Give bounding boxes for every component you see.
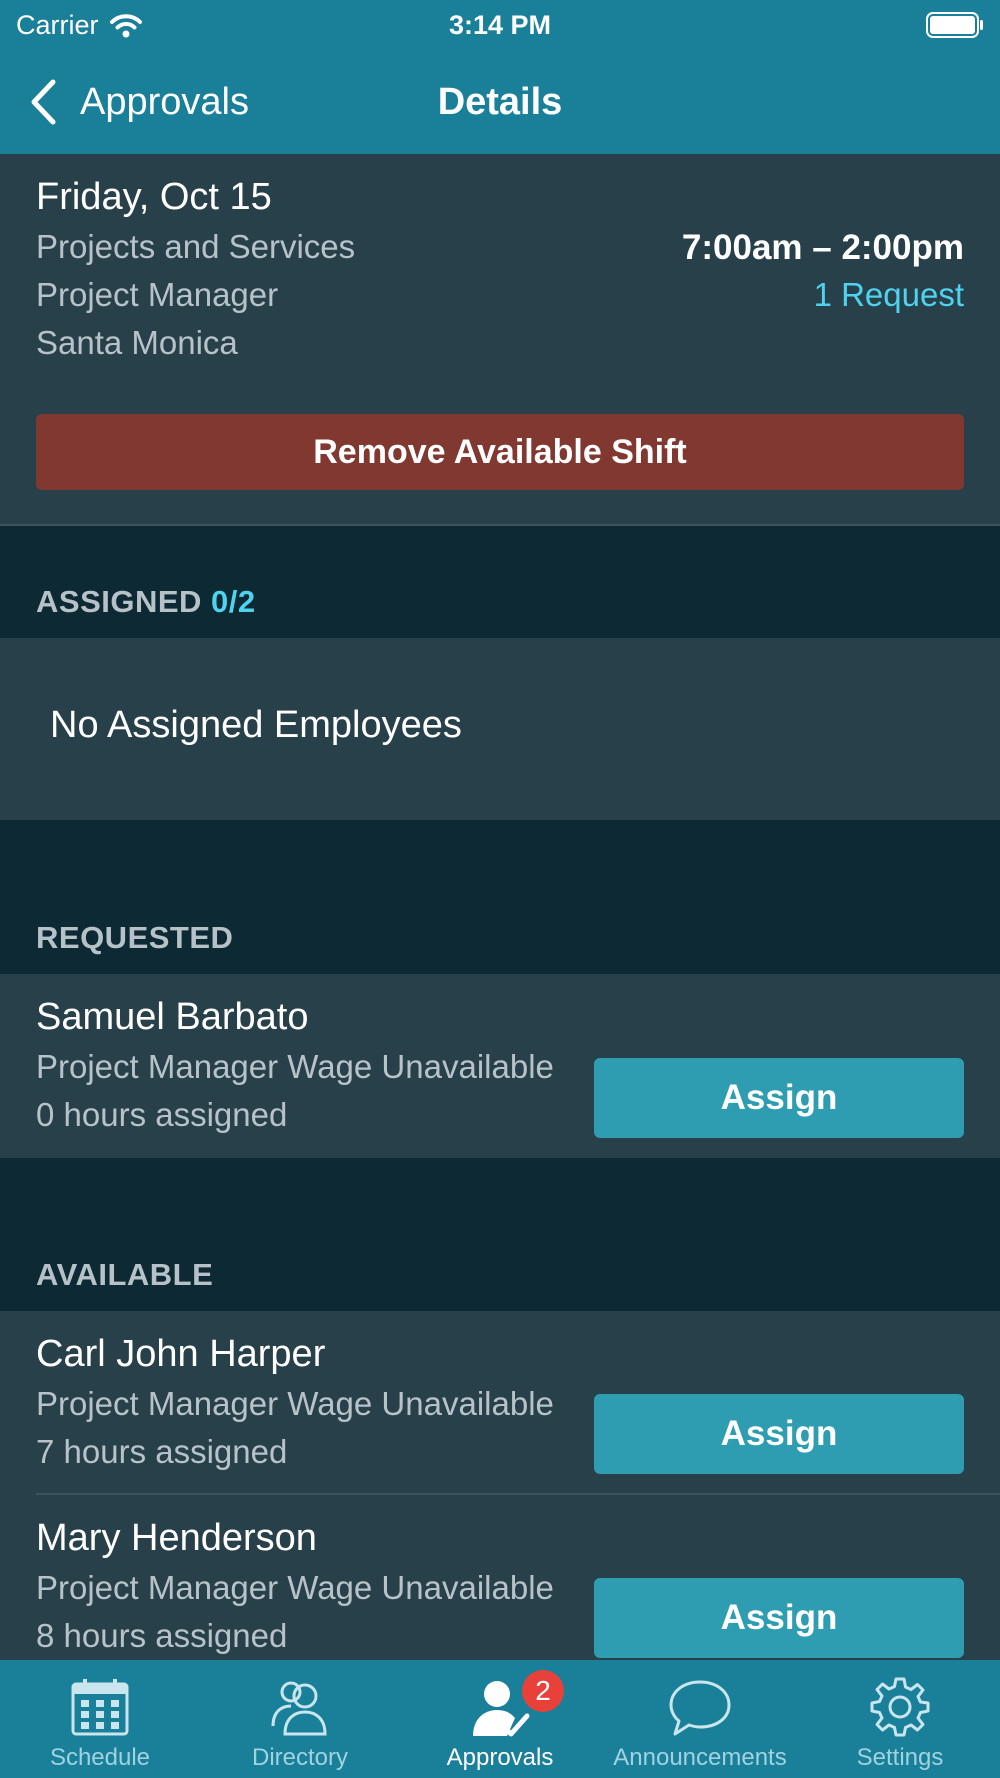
tab-directory[interactable]: Directory xyxy=(200,1660,400,1778)
assign-button[interactable]: Assign xyxy=(594,1578,964,1658)
approvals-badge: 2 xyxy=(522,1670,564,1712)
tab-schedule[interactable]: Schedule xyxy=(0,1660,200,1778)
tab-label: Approvals xyxy=(446,1744,554,1771)
people-icon xyxy=(271,1681,327,1736)
employee-name: Samuel Barbato xyxy=(36,996,309,1038)
assigned-empty-card: No Assigned Employees xyxy=(0,638,1000,820)
speech-bubble-icon xyxy=(669,1680,731,1736)
tab-bar: Schedule Directory 2 Approvals Announcem… xyxy=(0,1660,1000,1778)
shift-department: Projects and Services xyxy=(36,228,356,265)
available-section-header: AVAILABLE xyxy=(36,1257,214,1292)
employee-hours: 7 hours assigned xyxy=(36,1433,288,1470)
employee-hours: 0 hours assigned xyxy=(36,1096,288,1133)
battery-icon xyxy=(926,12,983,38)
empty-assigned-text: No Assigned Employees xyxy=(50,704,462,746)
gear-icon xyxy=(870,1677,930,1737)
employee-detail: Project Manager Wage Unavailable xyxy=(36,1048,554,1085)
tab-label: Settings xyxy=(856,1744,944,1771)
tab-label: Directory xyxy=(251,1744,348,1771)
remove-shift-button[interactable]: Remove Available Shift xyxy=(36,414,964,490)
assigned-heading: ASSIGNED xyxy=(36,584,202,619)
requested-section-header: REQUESTED xyxy=(36,920,234,955)
shift-requests-link[interactable]: 1 Request xyxy=(814,276,964,314)
shift-card: Friday, Oct 15 Projects and Services Pro… xyxy=(0,154,1000,526)
available-list: Carl John Harper Project Manager Wage Un… xyxy=(0,1311,1000,1660)
shift-position: Project Manager xyxy=(36,276,279,313)
tab-settings[interactable]: Settings xyxy=(800,1660,1000,1778)
status-bar: Carrier 3:14 PM xyxy=(0,0,1000,50)
assigned-section-header: ASSIGNED 0/2 xyxy=(36,584,256,620)
shift-location: Santa Monica xyxy=(36,324,238,361)
shift-time-range: 7:00am – 2:00pm xyxy=(681,228,964,267)
assign-button[interactable]: Assign xyxy=(594,1058,964,1138)
employee-hours: 8 hours assigned xyxy=(36,1617,288,1654)
tab-announcements[interactable]: Announcements xyxy=(600,1660,800,1778)
clock: 3:14 PM xyxy=(448,10,552,40)
tab-label: Schedule xyxy=(49,1744,151,1771)
assign-button[interactable]: Assign xyxy=(594,1394,964,1474)
employee-name: Mary Henderson xyxy=(36,1517,317,1559)
calendar-icon xyxy=(71,1679,129,1736)
navigation-bar: Approvals Details xyxy=(0,50,1000,154)
employee-detail: Project Manager Wage Unavailable xyxy=(36,1385,554,1422)
shift-date: Friday, Oct 15 xyxy=(36,176,272,218)
page-title: Details xyxy=(437,81,563,123)
employee-row-requested[interactable]: Samuel Barbato Project Manager Wage Unav… xyxy=(0,974,1000,1158)
employee-name: Carl John Harper xyxy=(36,1333,326,1375)
assigned-count: 0/2 xyxy=(211,584,256,619)
tab-label: Announcements xyxy=(613,1744,787,1771)
employee-detail: Project Manager Wage Unavailable xyxy=(36,1569,554,1606)
row-divider xyxy=(36,1493,1000,1495)
tab-approvals[interactable]: 2 Approvals xyxy=(400,1660,600,1778)
